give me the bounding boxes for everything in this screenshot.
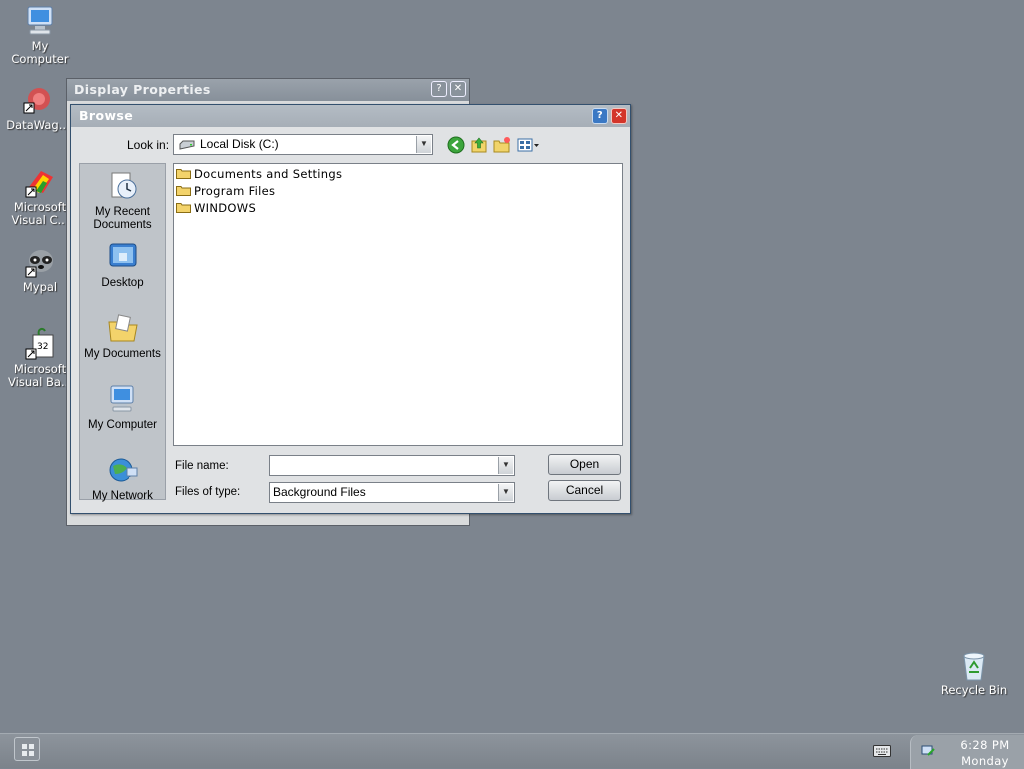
file-name-label: File name: <box>175 460 229 472</box>
display-properties-titlebar[interactable]: Display Properties <box>67 79 469 101</box>
keyboard-icon[interactable] <box>873 745 891 757</box>
visual-basic-icon: 32 <box>25 327 54 360</box>
start-button[interactable] <box>14 737 40 761</box>
visual-c-icon <box>25 171 53 198</box>
browse-dialog[interactable]: Browse ? ✕ Look in: Local Disk (C:) ▼ My… <box>70 104 631 514</box>
view-menu-icon[interactable] <box>517 136 541 154</box>
taskbar: 6:28 PM Monday <box>0 733 1024 769</box>
look-in-value: Local Disk (C:) <box>200 137 279 151</box>
place-desktop[interactable]: Desktop <box>80 241 165 290</box>
place-my-computer[interactable]: My Computer <box>80 383 165 432</box>
place-my-documents[interactable]: My Documents <box>80 312 165 361</box>
browse-titlebar[interactable]: Browse ? ✕ <box>71 105 630 127</box>
chevron-down-icon[interactable]: ▼ <box>498 484 513 501</box>
desktop-icon-label: Recycle Bin <box>940 683 1008 697</box>
folder-icon <box>176 184 191 196</box>
look-in-label: Look in: <box>127 138 170 152</box>
folder-icon <box>176 167 191 179</box>
desktop-icon-datawag[interactable]: DataWag... <box>0 85 76 132</box>
network-tray-icon[interactable] <box>920 743 936 759</box>
place-label: My Recent Documents <box>93 206 152 231</box>
files-of-type-dropdown[interactable]: Background Files ▼ <box>269 482 515 503</box>
files-of-type-label: Files of type: <box>175 486 241 498</box>
my-documents-icon <box>107 314 138 342</box>
files-of-type-value: Background Files <box>273 485 366 499</box>
chevron-down-icon[interactable]: ▼ <box>498 457 513 474</box>
mypal-raccoon-icon <box>25 250 53 278</box>
svg-text:32: 32 <box>37 342 48 352</box>
recent-documents-icon <box>111 172 136 199</box>
desktop-icon-label: DataWag... <box>6 118 70 132</box>
system-tray: 6:28 PM Monday <box>910 735 1024 769</box>
datawag-icon <box>23 88 50 114</box>
place-my-network[interactable]: My Network <box>80 454 165 503</box>
place-label: Desktop <box>101 277 144 289</box>
back-icon[interactable] <box>447 136 465 154</box>
folder-icon <box>176 201 191 213</box>
open-button[interactable]: Open <box>548 454 621 475</box>
desktop-icon-recycle-bin[interactable]: Recycle Bin <box>936 650 1012 697</box>
drive-icon <box>179 140 195 150</box>
look-in-dropdown[interactable]: Local Disk (C:) ▼ <box>173 134 433 155</box>
start-grid-icon <box>22 744 34 756</box>
close-button[interactable]: ✕ <box>450 81 466 97</box>
chevron-down-icon[interactable]: ▼ <box>416 136 431 153</box>
list-item[interactable]: WINDOWS <box>176 200 256 216</box>
file-name-field[interactable]: ▼ <box>269 455 515 476</box>
up-folder-icon[interactable] <box>470 136 488 154</box>
my-computer-icon <box>27 6 53 35</box>
list-item[interactable]: Documents and Settings <box>176 166 342 182</box>
clock-time: 6:28 PM <box>960 738 1010 752</box>
file-name: WINDOWS <box>194 201 257 215</box>
place-my-recent-documents[interactable]: My Recent Documents <box>80 170 165 232</box>
window-title: Display Properties <box>74 82 211 97</box>
desktop-icon-my-computer[interactable]: My Computer <box>2 4 78 66</box>
place-label: My Documents <box>84 348 161 360</box>
new-folder-icon[interactable] <box>493 136 511 154</box>
recycle-bin-icon <box>963 652 985 681</box>
desktop-icon <box>109 243 136 267</box>
close-button[interactable]: ✕ <box>611 108 627 124</box>
my-computer-icon <box>110 385 133 412</box>
desktop-icon-label: My Computer <box>11 39 69 66</box>
help-button[interactable]: ? <box>592 108 608 124</box>
file-name: Documents and Settings <box>194 167 343 181</box>
list-item[interactable]: Program Files <box>176 183 275 199</box>
places-bar: My Recent Documents Desktop My Documents <box>79 163 166 503</box>
clock[interactable]: 6:28 PM Monday <box>945 737 1024 769</box>
place-label: My Computer <box>87 419 158 431</box>
clock-day: Monday <box>961 754 1009 768</box>
help-button[interactable]: ? <box>431 81 447 97</box>
place-label: My Network <box>92 490 153 502</box>
my-network-icon <box>109 458 137 482</box>
file-list[interactable]: Documents and Settings Program Files WIN… <box>173 163 623 446</box>
dialog-title: Browse <box>79 108 134 123</box>
cancel-button[interactable]: Cancel <box>548 480 621 501</box>
file-name: Program Files <box>194 184 276 198</box>
